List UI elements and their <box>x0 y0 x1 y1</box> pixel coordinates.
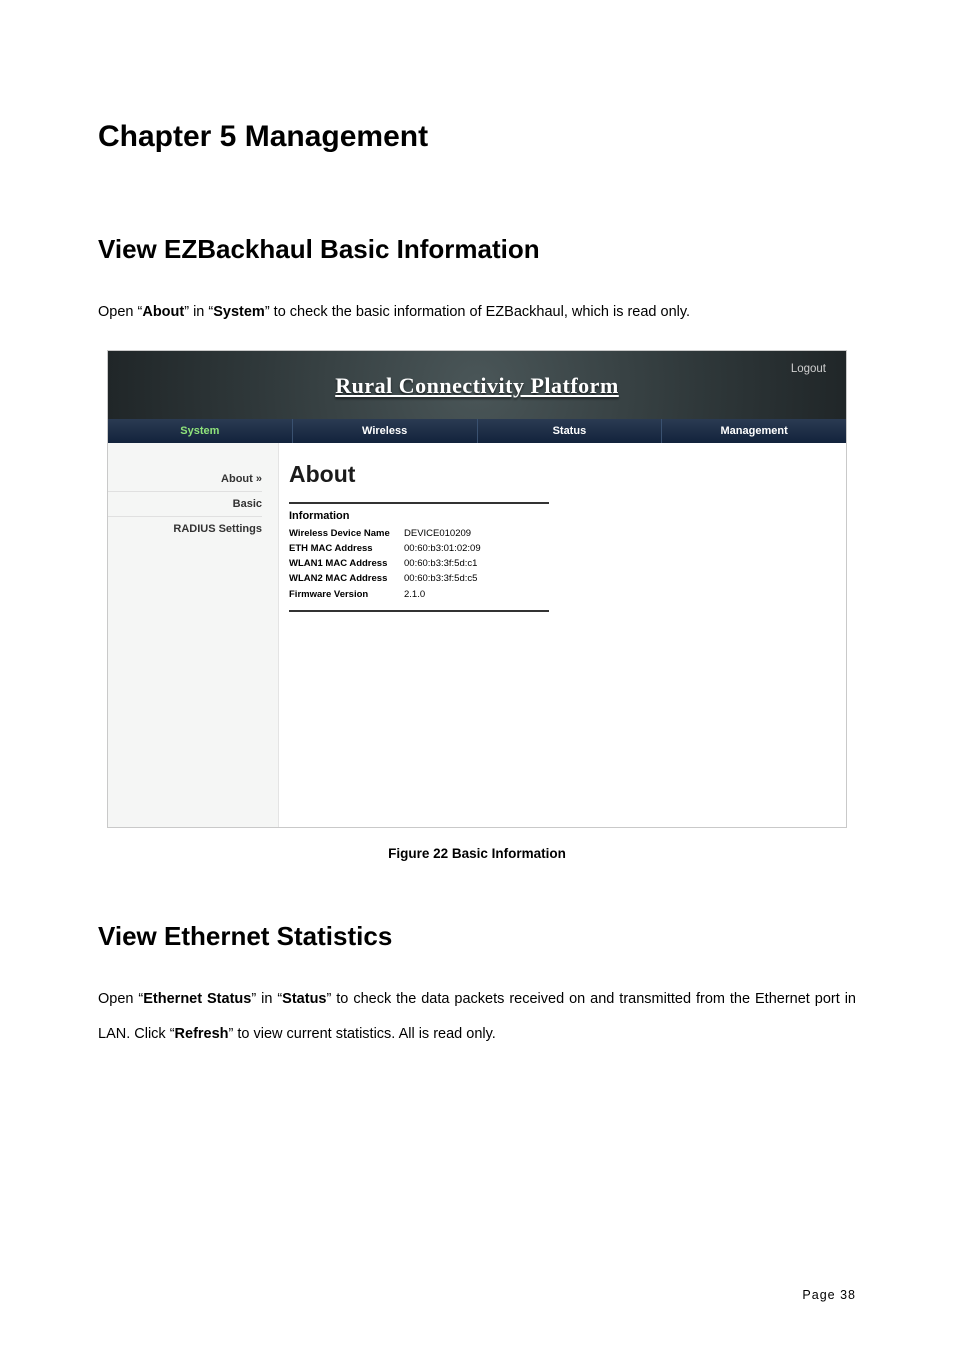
info-row-wireless-device-name: Wireless Device Name DEVICE010209 <box>289 526 549 541</box>
brand-title: Rural Connectivity Platform <box>335 373 619 399</box>
tab-wireless[interactable]: Wireless <box>293 419 478 443</box>
info-heading: Information <box>289 510 549 522</box>
section-title-basic-info: View EZBackhaul Basic Information <box>98 234 856 265</box>
text-fragment: ” in “ <box>184 304 213 320</box>
figure-caption: Figure 22 Basic Information <box>98 846 856 861</box>
sidebar-item-radius-settings[interactable]: RADIUS Settings <box>108 517 262 541</box>
main-heading-about: About <box>289 461 820 488</box>
info-label: ETH MAC Address <box>289 541 404 556</box>
info-value: 00:60:b3:01:02:09 <box>404 541 549 556</box>
sidebar: About » Basic RADIUS Settings <box>108 443 278 827</box>
info-row-firmware-version: Firmware Version 2.1.0 <box>289 587 549 602</box>
main-nav: System Wireless Status Management <box>108 419 846 443</box>
text-fragment: Open “ <box>98 304 142 320</box>
main-panel: About Information Wireless Device Name D… <box>278 443 846 827</box>
text-bold-refresh: Refresh <box>175 1026 229 1042</box>
paragraph-ethernet-stats: Open “Ethernet Status” in “Status” to ch… <box>98 982 856 1052</box>
text-bold-about: About <box>142 304 184 320</box>
info-row-wlan2-mac: WLAN2 MAC Address 00:60:b3:3f:5d:c5 <box>289 571 549 586</box>
section-title-ethernet-stats: View Ethernet Statistics <box>98 921 856 952</box>
text-fragment: Open “ <box>98 991 143 1007</box>
text-fragment: ” to check the basic information of EZBa… <box>265 304 690 320</box>
info-label: WLAN1 MAC Address <box>289 556 404 571</box>
screenshot-header: Rural Connectivity Platform Logout <box>108 351 846 419</box>
text-bold-ethernet-status: Ethernet Status <box>143 991 251 1007</box>
info-label: Wireless Device Name <box>289 526 404 541</box>
tab-management[interactable]: Management <box>662 419 846 443</box>
embedded-screenshot: Rural Connectivity Platform Logout Syste… <box>107 350 847 828</box>
page-number: Page 38 <box>802 1288 856 1302</box>
logout-link[interactable]: Logout <box>791 363 826 375</box>
text-fragment: ” in “ <box>251 991 282 1007</box>
sidebar-item-basic[interactable]: Basic <box>108 492 262 517</box>
info-value: DEVICE010209 <box>404 526 549 541</box>
info-value: 00:60:b3:3f:5d:c5 <box>404 571 549 586</box>
text-fragment: ” to view current statistics. All is rea… <box>229 1026 496 1042</box>
information-block: Information Wireless Device Name DEVICE0… <box>289 502 549 612</box>
text-bold-status: Status <box>282 991 326 1007</box>
info-label: Firmware Version <box>289 587 404 602</box>
info-value: 00:60:b3:3f:5d:c1 <box>404 556 549 571</box>
info-label: WLAN2 MAC Address <box>289 571 404 586</box>
info-value: 2.1.0 <box>404 587 549 602</box>
screenshot-body: About » Basic RADIUS Settings About Info… <box>108 443 846 827</box>
tab-status[interactable]: Status <box>478 419 663 443</box>
tab-system[interactable]: System <box>108 419 293 443</box>
chapter-title: Chapter 5 Management <box>98 120 856 154</box>
info-row-eth-mac: ETH MAC Address 00:60:b3:01:02:09 <box>289 541 549 556</box>
info-row-wlan1-mac: WLAN1 MAC Address 00:60:b3:3f:5d:c1 <box>289 556 549 571</box>
paragraph-basic-info: Open “About” in “System” to check the ba… <box>98 295 856 330</box>
text-bold-system: System <box>213 304 265 320</box>
sidebar-item-about[interactable]: About » <box>108 467 262 492</box>
